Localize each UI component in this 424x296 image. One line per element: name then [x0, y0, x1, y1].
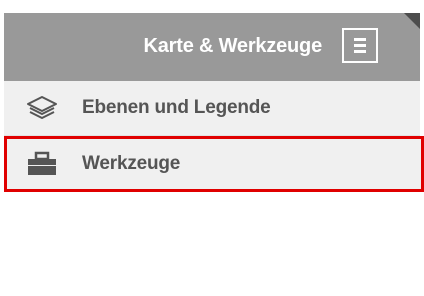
- hamburger-icon: [354, 38, 366, 41]
- panel-title: Karte & Werkzeuge: [143, 35, 322, 57]
- header-corner-marker: [404, 13, 420, 29]
- hamburger-icon-bar: [354, 50, 366, 53]
- hamburger-icon-bar: [354, 44, 366, 47]
- menu-item-label: Werkzeuge: [82, 153, 181, 174]
- menu-item-tools[interactable]: Werkzeuge: [4, 136, 424, 192]
- menu-item-label: Ebenen und Legende: [82, 97, 271, 118]
- menu-item-layers-legend[interactable]: Ebenen und Legende: [4, 81, 420, 136]
- toolbox-icon: [26, 150, 58, 178]
- layers-icon: [26, 94, 58, 122]
- menu-toggle-button[interactable]: [342, 28, 378, 63]
- panel-header: Karte & Werkzeuge: [4, 13, 420, 81]
